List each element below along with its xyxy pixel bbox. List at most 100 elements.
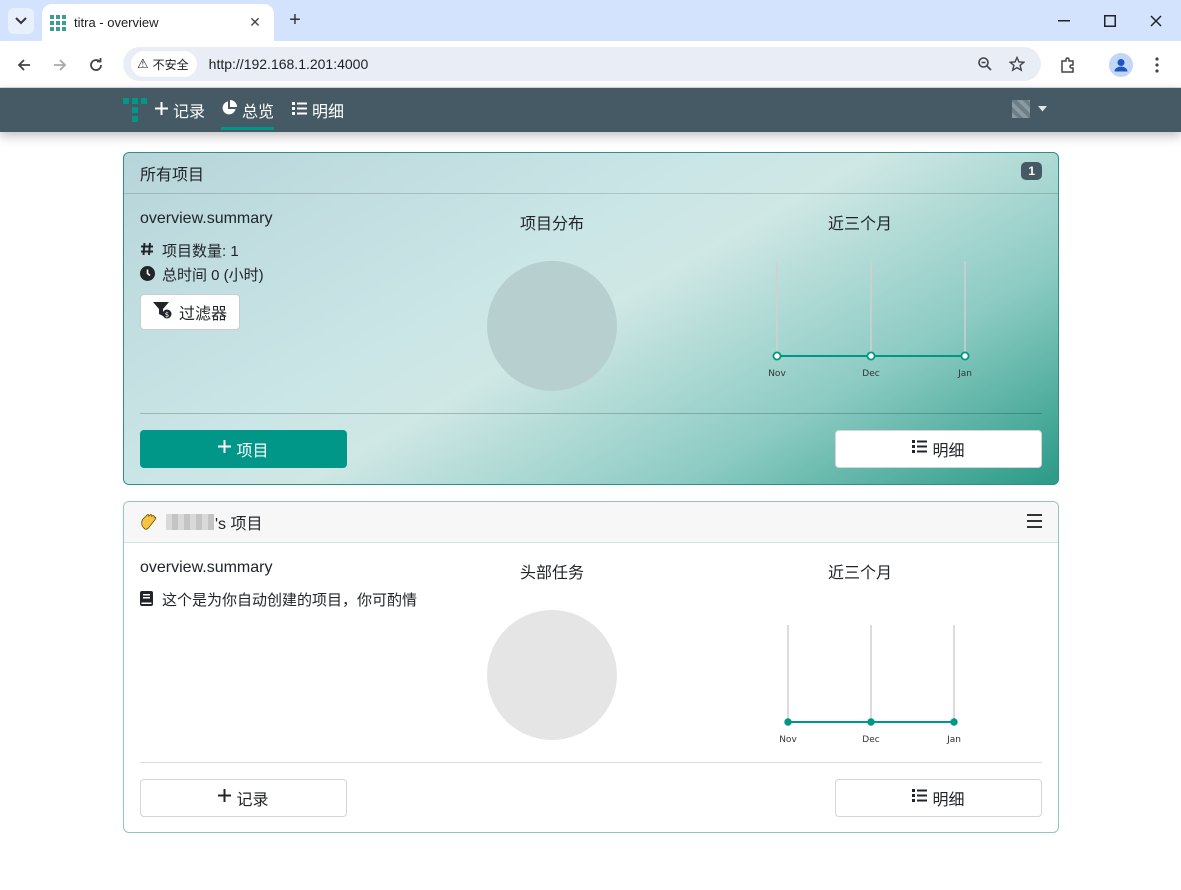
three-month-chart: Nov Dec Jan [768,261,972,379]
chart-point-dec [867,718,875,726]
chart-point-dec [866,351,876,361]
distribution-title: 项目分布 [520,216,585,233]
card-divider [140,762,1042,763]
forward-button[interactable] [47,52,73,78]
filter-button[interactable]: $ 过滤器 [140,294,240,330]
list-icon [912,440,928,458]
warning-icon: ⚠ [137,56,149,71]
summary-title: overview.summary [140,559,273,576]
details-label: 明细 [932,443,965,460]
nav-details-label: 明细 [312,104,345,121]
nav-track[interactable]: 记录 [155,88,205,132]
three-month-chart: Nov Dec Jan [779,625,961,745]
list-icon [912,789,928,807]
close-window-button[interactable] [1133,0,1179,41]
total-time-text: 总时间 0 (小时) [162,267,264,284]
nav-track-label: 记录 [173,104,206,121]
app-navbar: 记录 总览 明细 [0,88,1181,132]
user-project-header: 's 项目 [124,502,1058,543]
project-count-stat: 项目数量: 1 [140,240,239,261]
close-tab-icon[interactable]: ✕ [246,14,264,31]
all-projects-header: 所有项目 1 [124,153,1058,194]
chart-point-nov [772,351,782,361]
top-tasks-title: 头部任务 [520,565,585,582]
browser-menu-icon[interactable] [1144,52,1170,78]
nav-overview[interactable]: 总览 [221,88,275,132]
minimize-button[interactable] [1041,0,1087,41]
arrow-left-icon [17,59,30,71]
clock-icon [140,265,156,284]
card-divider [140,413,1042,414]
blurred-username [166,514,214,530]
chart-tick-label-dec: Dec [862,369,879,379]
user-project-title: 's 项目 [215,516,263,533]
chart-tick-label-dec: Dec [862,735,879,745]
filter-icon: $ [152,302,173,322]
maximize-icon [1104,14,1116,27]
chart-title: 近三个月 [828,565,893,582]
tab-search-button[interactable] [8,8,34,34]
project-description-text: 这个是为你自动创建的项目，你可酌情 [162,592,418,609]
browser-toolbar: ⚠ 不安全 http://192.168.1.201:4000 [0,41,1181,88]
chart-title: 近三个月 [828,216,893,233]
chart-tick-label-jan: Jan [957,369,972,379]
pie-chart-icon [221,100,237,120]
nav-details[interactable]: 明细 [292,88,344,132]
details-button[interactable]: 明细 [835,779,1042,817]
caret-down-icon [1038,106,1047,112]
chart-tick-label-nov: Nov [779,735,797,745]
profile-button[interactable] [1108,52,1134,78]
chart-point-jan [950,718,958,726]
back-button[interactable] [11,52,37,78]
plus-icon [218,440,232,458]
plus-icon [218,789,232,807]
zoom-icon[interactable] [974,53,996,75]
all-projects-card: 所有项目 1 overview.summary 项目数量: 1 总时间 0 (小… [123,152,1059,485]
list-icon [292,101,307,119]
maximize-button[interactable] [1087,0,1133,41]
filter-label: 过滤器 [178,306,227,323]
minimize-icon [1058,19,1070,21]
titra-logo-icon[interactable] [123,98,147,124]
add-project-button[interactable]: 项目 [140,430,347,468]
chart-point-jan [960,351,970,361]
hashtag-icon [140,242,156,259]
project-description: 这个是为你自动创建的项目，你可酌情 [140,589,424,610]
details-label: 明细 [932,792,965,809]
hamburger-menu-icon[interactable] [1027,514,1042,528]
details-button[interactable]: 明细 [835,430,1042,468]
url-text[interactable]: http://192.168.1.201:4000 [209,56,369,72]
security-chip[interactable]: ⚠ 不安全 [131,51,197,77]
add-record-label: 记录 [236,792,269,809]
extensions-icon[interactable] [1055,52,1081,78]
reload-button[interactable] [83,52,109,78]
address-bar[interactable]: ⚠ 不安全 http://192.168.1.201:4000 [123,47,1041,81]
all-projects-title: 所有项目 [140,167,205,184]
chart-tick-label-nov: Nov [768,369,786,379]
svg-text:$: $ [165,311,169,319]
add-record-button[interactable]: 记录 [140,779,347,817]
summary-title: overview.summary [140,210,273,227]
user-avatar [1012,100,1030,118]
nav-overview-label: 总览 [242,104,275,121]
reload-icon [90,58,102,71]
user-project-card: 's 项目 overview.summary 这个是为你自动创建的项目，你可酌情… [123,501,1059,833]
titra-favicon-icon [50,14,66,31]
project-distribution-pie [487,261,617,391]
chart-tick-label-jan: Jan [946,735,961,745]
tab-title: titra - overview [74,15,159,30]
plus-icon [155,101,168,119]
browser-tabstrip: titra - overview ✕ + [0,0,1181,41]
new-tab-button[interactable]: + [283,8,307,32]
bookmark-star-icon[interactable] [1006,53,1028,75]
arrow-right-icon [54,59,67,71]
total-time-stat: 总时间 0 (小时) [140,264,264,285]
close-icon [1150,14,1162,27]
top-tasks-pie [487,610,617,740]
chart-point-nov [784,718,792,726]
browser-tab[interactable]: titra - overview ✕ [42,4,274,41]
profile-avatar-icon [1109,53,1133,77]
user-menu[interactable] [1012,100,1047,118]
book-icon [140,590,156,609]
project-count-text: 项目数量: 1 [162,243,239,260]
